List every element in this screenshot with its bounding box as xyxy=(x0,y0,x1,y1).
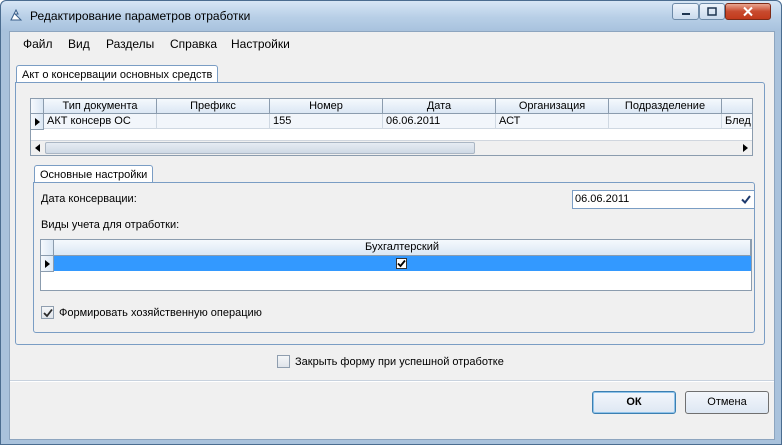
menu-file[interactable]: Файл xyxy=(23,37,53,51)
grid-corner xyxy=(31,99,44,114)
dialog-client-area: Файл Вид Разделы Справка Настройки Акт о… xyxy=(9,31,775,440)
column-header[interactable]: Префикс xyxy=(157,99,270,114)
preservation-date-label: Дата консервации: xyxy=(41,193,137,205)
grid-cell[interactable]: АКТ консерв ОС xyxy=(44,114,157,129)
grid-cell[interactable]: 155 xyxy=(270,114,383,129)
menu-settings[interactable]: Настройки xyxy=(231,37,290,51)
app-icon xyxy=(10,8,23,21)
current-row-arrow-icon xyxy=(35,118,40,126)
footer-divider xyxy=(10,380,774,382)
checkmark-icon xyxy=(397,259,406,268)
dropdown-check-icon[interactable] xyxy=(741,195,751,204)
grid-cell[interactable]: Блед xyxy=(722,114,752,129)
title-bar[interactable]: Редактирование параметров отработки xyxy=(1,1,781,30)
preservation-date-picker[interactable]: 06.06.2011 xyxy=(572,190,755,209)
grid-cell[interactable] xyxy=(157,114,270,129)
menu-help[interactable]: Справка xyxy=(170,37,217,51)
close-on-success-label[interactable]: Закрыть форму при успешной отработке xyxy=(295,356,504,368)
grid-cell[interactable] xyxy=(609,114,722,129)
menu-sections[interactable]: Разделы xyxy=(106,37,154,51)
form-operation-checkbox[interactable] xyxy=(41,306,54,319)
column-header[interactable]: Дата xyxy=(383,99,496,114)
grid-cell[interactable]: АСТ xyxy=(496,114,609,129)
horizontal-scrollbar[interactable] xyxy=(31,140,752,155)
menu-view[interactable]: Вид xyxy=(68,37,90,51)
close-button[interactable] xyxy=(725,3,771,20)
window-title: Редактирование параметров отработки xyxy=(30,9,251,23)
close-on-success-checkbox[interactable] xyxy=(277,355,290,368)
column-header[interactable] xyxy=(722,99,752,114)
dialog-window: Редактирование параметров отработки Файл… xyxy=(0,0,782,445)
preservation-date-value: 06.06.2011 xyxy=(575,193,630,205)
column-header-accounting[interactable]: Бухгалтерский xyxy=(54,240,751,256)
grid-corner xyxy=(41,240,54,256)
tab-main-settings[interactable]: Основные настройки xyxy=(34,165,154,183)
minimize-button[interactable] xyxy=(672,3,699,20)
document-grid: Тип документа Префикс Номер Дата Организ… xyxy=(30,98,753,156)
accounting-types-label: Виды учета для отработки: xyxy=(41,219,180,231)
scroll-right-icon[interactable] xyxy=(741,144,749,152)
column-header[interactable]: Организация xyxy=(496,99,609,114)
tab-document[interactable]: Акт о консервации основных средств xyxy=(16,65,219,83)
close-icon xyxy=(743,6,753,17)
accounting-checkbox[interactable] xyxy=(396,258,407,269)
current-row-arrow-icon xyxy=(45,260,50,268)
minimize-icon xyxy=(681,12,690,15)
column-header[interactable]: Тип документа xyxy=(44,99,157,114)
column-header[interactable]: Номер xyxy=(270,99,383,114)
column-header[interactable]: Подразделение xyxy=(609,99,722,114)
accounting-types-grid: Бухгалтерский xyxy=(40,239,752,291)
settings-tab-panel: Дата консервации: 06.06.2011 Виды учета … xyxy=(33,182,755,333)
document-tab-panel: Тип документа Префикс Номер Дата Организ… xyxy=(15,82,765,345)
accounting-row-selected[interactable] xyxy=(54,256,751,271)
menu-bar: Файл Вид Разделы Справка Настройки xyxy=(10,32,774,54)
checkmark-icon xyxy=(43,308,53,318)
ok-button[interactable]: ОК xyxy=(592,391,676,414)
cancel-button[interactable]: Отмена xyxy=(685,391,769,414)
scroll-left-icon[interactable] xyxy=(34,144,42,152)
maximize-icon xyxy=(707,7,717,16)
form-operation-label[interactable]: Формировать хозяйственную операцию xyxy=(59,307,262,319)
row-indicator[interactable] xyxy=(41,256,54,272)
row-indicator[interactable] xyxy=(31,114,44,130)
scroll-thumb[interactable] xyxy=(45,142,475,154)
grid-cell[interactable]: 06.06.2011 xyxy=(383,114,496,129)
maximize-button[interactable] xyxy=(699,3,725,20)
